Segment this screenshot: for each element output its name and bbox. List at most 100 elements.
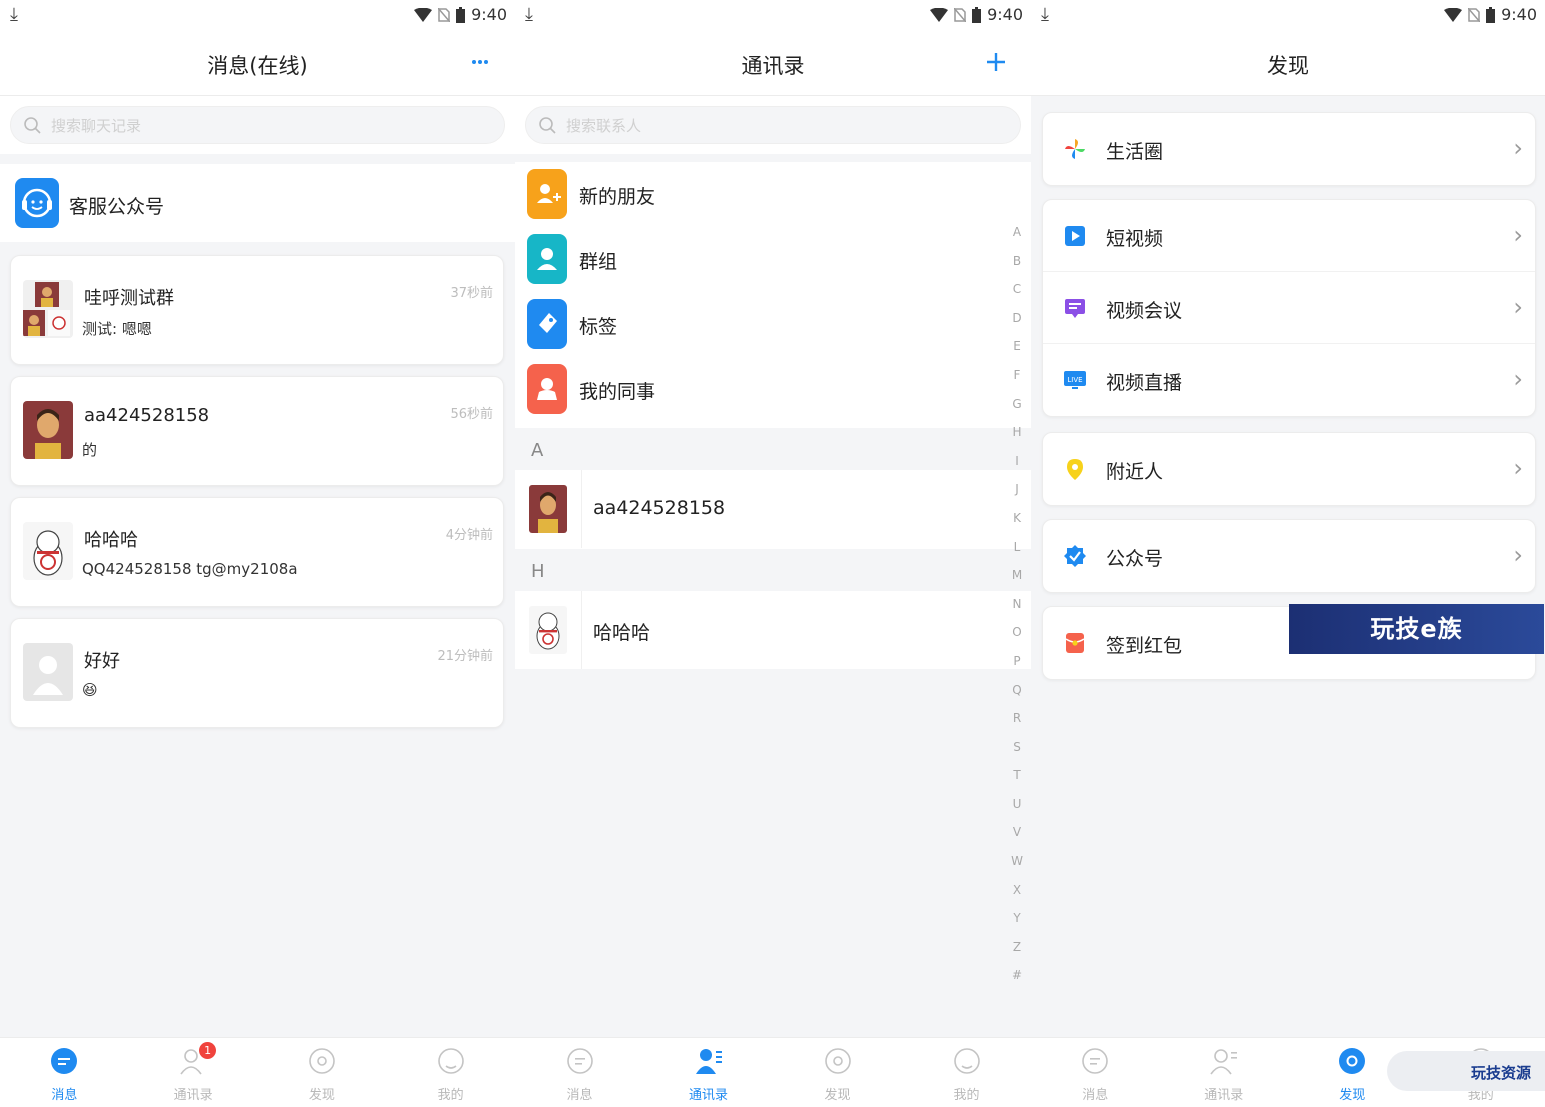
official-accounts-item[interactable]: 公众号 › [1043,520,1535,592]
nearby-item[interactable]: 附近人 › [1043,433,1535,505]
contacts-badge: 1 [199,1042,217,1059]
item-label: 公众号 [1106,548,1164,570]
section-header: A [515,428,1031,472]
tab-label: 消息 [1082,1088,1109,1103]
alphabet-letter[interactable]: R [1007,704,1027,733]
moments-item[interactable]: 生活圈 › [1043,113,1535,185]
chat-time: 37秒前 [450,286,493,301]
alphabet-letter[interactable]: J [1007,475,1027,504]
search-icon [24,117,41,134]
search-input[interactable] [566,114,866,138]
chat-item[interactable]: 好好 😆 21分钟前 [10,618,504,728]
menu-label: 标签 [579,316,618,338]
search-box[interactable] [525,106,1021,144]
add-contact-button[interactable] [981,46,1011,76]
tab-me[interactable]: 我的 [386,1038,515,1107]
tab-me[interactable]: 我的 [902,1038,1031,1107]
alphabet-letter[interactable]: S [1007,733,1027,762]
tab-bar: 消息 通讯录 发现 我的 [515,1037,1031,1107]
alphabet-letter[interactable]: A [1007,218,1027,247]
item-label: 签到红包 [1106,635,1183,657]
group-icon [527,234,567,284]
alphabet-letter[interactable]: D [1007,304,1027,333]
alphabet-letter[interactable]: Q [1007,676,1027,705]
contacts-icon [1210,1049,1237,1075]
wifi-icon [1444,7,1463,22]
tab-label: 我的 [437,1088,464,1103]
alphabet-letter[interactable]: E [1007,332,1027,361]
message-icon [51,1048,78,1074]
alphabet-letter[interactable]: C [1007,275,1027,304]
tab-messages[interactable]: 消息 [515,1038,644,1107]
meeting-icon [1065,299,1085,318]
battery-icon [972,6,982,23]
alphabet-letter[interactable]: W [1007,847,1027,876]
tab-contacts[interactable]: 通讯录 [1160,1038,1289,1107]
contact-row[interactable]: 哈哈哈 [515,591,1031,669]
section-header: H [515,549,1031,593]
new-friends-item[interactable]: 新的朋友 [515,164,1031,229]
search-box[interactable] [10,106,505,144]
alphabet-letter[interactable]: B [1007,247,1027,276]
live-item[interactable]: LIVE 视频直播 › [1043,344,1535,416]
lucky-cat-avatar [529,606,567,654]
alphabet-letter[interactable]: N [1007,590,1027,619]
chat-item[interactable]: 哈哈哈 QQ424528158 tg@my2108a 4分钟前 [10,497,504,607]
alphabet-letter[interactable]: T [1007,761,1027,790]
official-account-row[interactable]: 客服公众号 [0,164,515,242]
search-input[interactable] [51,114,351,138]
tab-label: 通讯录 [173,1088,213,1103]
tab-contacts[interactable]: 1 通讯录 [129,1038,258,1107]
alphabet-letter[interactable]: O [1007,618,1027,647]
chat-time: 21分钟前 [437,649,493,664]
tab-messages[interactable]: 消息 [1031,1038,1160,1107]
lucky-cat-avatar [23,522,73,580]
alphabet-letter[interactable]: G [1007,390,1027,419]
alphabet-letter[interactable]: K [1007,504,1027,533]
tab-discover[interactable]: 发现 [773,1038,902,1107]
title-bar: 发现 [1031,32,1545,96]
groups-item[interactable]: 群组 [515,229,1031,294]
tab-label: 消息 [566,1088,593,1103]
chat-item[interactable]: aa424528158 的 56秒前 [10,376,504,486]
chat-preview: QQ424528158 tg@my2108a [82,560,298,578]
chat-preview: 测试: 嗯嗯 [82,320,152,338]
alphabet-letter[interactable]: # [1007,961,1027,990]
tab-label: 通讯录 [688,1088,728,1103]
contact-row[interactable]: aa424528158 [515,470,1031,548]
short-video-item[interactable]: 短视频 › [1043,200,1535,272]
alphabet-letter[interactable]: M [1007,561,1027,590]
alphabet-letter[interactable]: I [1007,447,1027,476]
chevron-right-icon: › [1513,365,1523,393]
alphabet-index[interactable]: A B C D E F G H I J K L M N O P Q R S T U V W X Y Z # [1007,218,1027,990]
chevron-right-icon: › [1513,221,1523,249]
chat-preview: 😆 [82,681,98,699]
alphabet-letter[interactable]: H [1007,418,1027,447]
svg-text:LIVE: LIVE [1067,376,1082,384]
alphabet-letter[interactable]: U [1007,790,1027,819]
chat-name: 哈哈哈 [84,530,138,551]
alphabet-letter[interactable]: Z [1007,933,1027,962]
alphabet-letter[interactable]: L [1007,533,1027,562]
row-divider [581,470,582,548]
colleagues-item[interactable]: 我的同事 [515,359,1031,424]
tags-item[interactable]: 标签 [515,294,1031,359]
tab-discover[interactable]: 发现 [258,1038,387,1107]
alphabet-letter[interactable]: F [1007,361,1027,390]
alphabet-letter[interactable]: V [1007,818,1027,847]
alphabet-letter[interactable]: P [1007,647,1027,676]
alphabet-letter[interactable]: X [1007,876,1027,905]
video-meeting-item[interactable]: 视频会议 › [1043,272,1535,344]
chat-item[interactable]: 哇呼测试群 测试: 嗯嗯 37秒前 [10,255,504,365]
more-button[interactable] [465,46,495,76]
row-divider [581,591,582,669]
tab-messages[interactable]: 消息 [0,1038,129,1107]
user-avatar [529,485,567,533]
new-friend-icon [527,169,567,219]
live-icon: LIVE [1064,371,1086,389]
menu-label: 新的朋友 [579,186,656,208]
divider [515,154,1031,162]
discover-screen: ⤓ 9:40 发现 生活圈 › 短视频 › 视频会议 › LIVE 视频直播 ›… [1031,0,1545,1107]
tab-contacts[interactable]: 通讯录 [644,1038,773,1107]
alphabet-letter[interactable]: Y [1007,904,1027,933]
